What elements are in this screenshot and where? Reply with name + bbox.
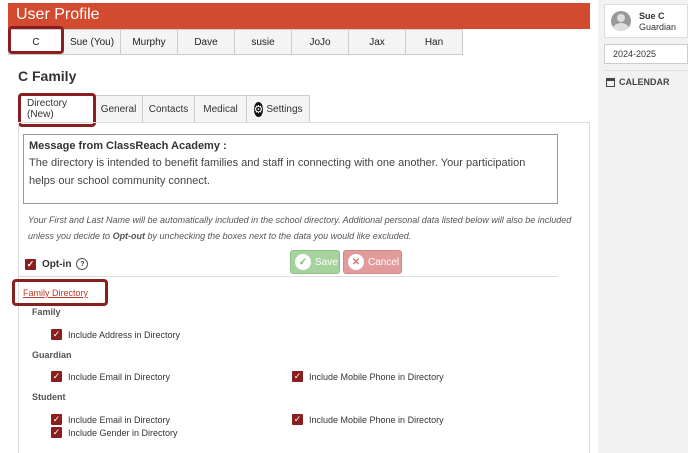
student-phone-checkbox[interactable]: ✓: [292, 414, 303, 425]
optin-row: ✓ Opt-in ?: [25, 258, 89, 270]
close-icon: ✕: [348, 254, 364, 270]
student-email-checkbox[interactable]: ✓: [51, 414, 62, 425]
member-tab-sue[interactable]: Sue (You): [64, 29, 121, 55]
member-tab-dave[interactable]: Dave: [178, 29, 235, 55]
page-header: User Profile: [8, 3, 590, 29]
guardian-phone-option: ✓ Include Mobile Phone in Directory: [292, 371, 444, 382]
tab-general[interactable]: General: [95, 95, 143, 123]
member-tab-murphy[interactable]: Murphy: [121, 29, 178, 55]
check-icon: ✓: [295, 254, 311, 270]
family-address-label: Include Address in Directory: [68, 329, 181, 340]
member-tab-jojo[interactable]: JoJo: [292, 29, 349, 55]
student-gender-label: Include Gender in Directory: [68, 427, 178, 438]
opt-out-emphasis: Opt-out: [112, 231, 146, 241]
avatar-icon: [611, 11, 631, 31]
section-student-title: Student: [32, 392, 66, 402]
member-tab-jax[interactable]: Jax: [349, 29, 406, 55]
message-body: The directory is intended to benefit fam…: [29, 157, 526, 187]
divider: [18, 276, 558, 277]
optin-checkbox[interactable]: ✓: [25, 258, 36, 270]
main-panel: User Profile C Sue (You) Murphy Dave sus…: [0, 0, 598, 453]
section-guardian-title: Guardian: [32, 350, 72, 360]
family-address-option: ✓ Include Address in Directory: [51, 329, 180, 340]
note-text-2: by unchecking the boxes next to the data…: [145, 231, 412, 241]
student-phone-option: ✓ Include Mobile Phone in Directory: [292, 414, 444, 425]
student-email-label: Include Email in Directory: [68, 414, 171, 425]
guardian-email-option: ✓ Include Email in Directory: [51, 371, 170, 382]
calendar-link[interactable]: CALENDAR: [606, 77, 670, 87]
user-name: Sue C: [639, 11, 665, 21]
school-message-box: Message from ClassReach Academy : The di…: [23, 134, 558, 204]
sidebar-divider: [604, 70, 688, 71]
tab-medical[interactable]: Medical: [195, 95, 247, 123]
guardian-email-checkbox[interactable]: ✓: [51, 371, 62, 382]
guardian-email-label: Include Email in Directory: [68, 371, 171, 382]
section-family-title: Family: [32, 307, 61, 317]
member-tab-han[interactable]: Han: [406, 29, 463, 55]
guardian-phone-label: Include Mobile Phone in Directory: [309, 371, 444, 382]
student-phone-label: Include Mobile Phone in Directory: [309, 414, 444, 425]
tab-contacts[interactable]: Contacts: [143, 95, 195, 123]
cancel-label: Cancel: [368, 256, 400, 268]
family-address-checkbox[interactable]: ✓: [51, 329, 62, 340]
message-title: Message from ClassReach Academy :: [29, 140, 227, 152]
family-name-heading: C Family: [18, 68, 77, 84]
user-card[interactable]: Sue C Guardian: [604, 4, 688, 38]
tab-settings-label: Settings: [266, 103, 303, 115]
student-email-option: ✓ Include Email in Directory: [51, 414, 170, 425]
save-button[interactable]: ✓ Save: [290, 250, 340, 274]
member-tabs: C Sue (You) Murphy Dave susie JoJo Jax H…: [8, 29, 463, 55]
student-gender-option: ✓ Include Gender in Directory: [51, 427, 178, 438]
page-title: User Profile: [16, 6, 100, 23]
calendar-icon: [606, 77, 615, 87]
help-icon[interactable]: ?: [76, 258, 89, 270]
student-gender-checkbox[interactable]: ✓: [51, 427, 62, 438]
tab-settings[interactable]: ⚙ Settings: [247, 95, 310, 123]
cancel-button[interactable]: ✕ Cancel: [343, 250, 402, 274]
optin-label: Opt-in: [42, 258, 72, 270]
settings-gear-icon: ⚙: [253, 101, 264, 117]
highlight-member-tab: [8, 26, 64, 54]
member-tab-susie[interactable]: susie: [235, 29, 292, 55]
user-role: Guardian: [639, 22, 677, 32]
calendar-label: CALENDAR: [619, 77, 670, 87]
highlight-family-directory: [12, 279, 108, 306]
directory-note: Your First and Last Name will be automat…: [28, 212, 583, 244]
guardian-phone-checkbox[interactable]: ✓: [292, 371, 303, 382]
school-year-select[interactable]: 2024-2025: [604, 44, 688, 64]
save-label: Save: [315, 256, 338, 268]
